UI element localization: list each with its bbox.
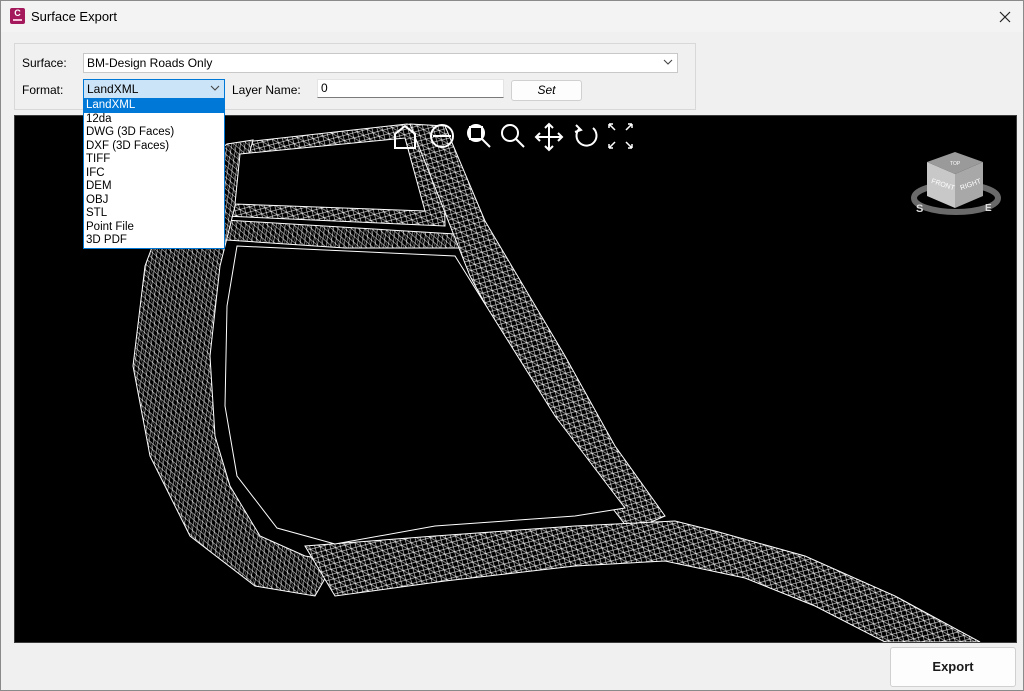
format-option[interactable]: 3D PDF [84, 234, 224, 248]
format-value: LandXML [87, 82, 139, 96]
layer-name-input[interactable] [318, 80, 504, 95]
format-option[interactable]: IFC [84, 167, 224, 181]
format-option[interactable]: TIFF [84, 153, 224, 167]
civil3d-app-icon: C [10, 8, 25, 24]
zoom-window-icon[interactable] [467, 124, 491, 148]
set-button[interactable]: Set [511, 80, 582, 101]
layer-name-field[interactable] [317, 79, 504, 98]
chevron-down-icon [210, 85, 220, 91]
format-option[interactable]: Point File [84, 221, 224, 235]
format-option[interactable]: DXF (3D Faces) [84, 140, 224, 154]
format-option[interactable]: OBJ [84, 194, 224, 208]
surface-value: BM-Design Roads Only [87, 56, 213, 70]
extents-icon[interactable] [608, 123, 633, 149]
rotate-icon[interactable] [574, 124, 598, 147]
road-surface-mesh [132, 123, 981, 642]
format-dropdown-list[interactable]: LandXML 12da DWG (3D Faces) DXF (3D Faces) T… [83, 98, 225, 249]
layer-name-label: Layer Name: [232, 83, 301, 97]
window-title: Surface Export [31, 9, 117, 24]
surface-export-window: C Surface Export Surface: BM-Design Road… [0, 0, 1024, 691]
pan-icon[interactable] [534, 122, 564, 152]
format-option[interactable]: STL [84, 207, 224, 221]
close-button[interactable] [987, 1, 1023, 32]
export-button[interactable]: Export [890, 647, 1016, 687]
format-option[interactable]: LandXML [84, 99, 224, 113]
title-bar: C Surface Export [1, 1, 1023, 32]
format-option[interactable]: DEM [84, 180, 224, 194]
close-icon [999, 11, 1011, 22]
compass-east: E [985, 203, 992, 214]
app-icon-letter: C [14, 8, 21, 18]
format-option[interactable]: DWG (3D Faces) [84, 126, 224, 140]
compass-south: S [916, 203, 923, 215]
zoom-icon[interactable] [501, 124, 525, 148]
surface-combobox[interactable]: BM-Design Roads Only [83, 53, 678, 73]
viewcube-top-label: TOP [950, 161, 961, 167]
chevron-down-icon [663, 59, 673, 65]
format-label: Format: [22, 83, 64, 97]
format-option[interactable]: 12da [84, 113, 224, 127]
viewcube[interactable]: FRONT RIGHT TOP S E [911, 152, 1001, 215]
format-combobox[interactable]: LandXML [83, 79, 225, 99]
surface-label: Surface: [22, 56, 67, 70]
